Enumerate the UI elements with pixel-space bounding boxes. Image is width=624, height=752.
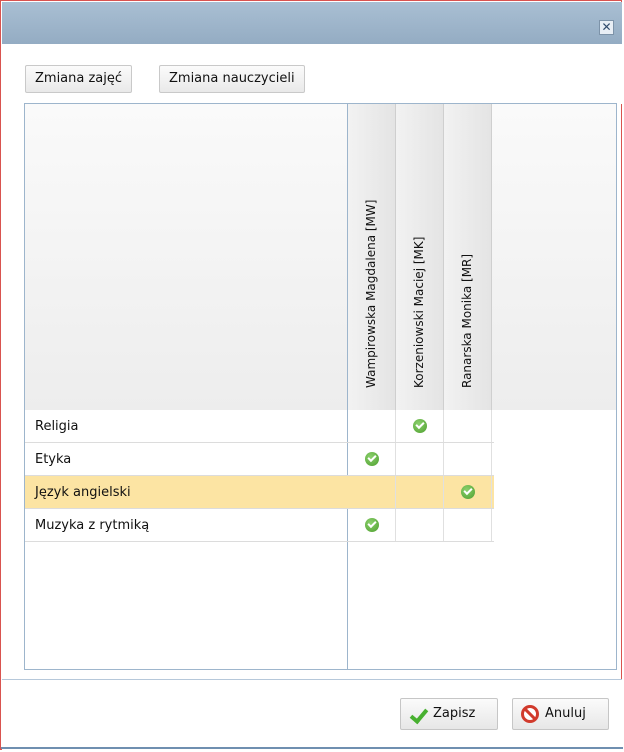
empty-column-header	[492, 104, 616, 410]
teacher-column-header[interactable]: Wampirowska Magdalena [MW]	[348, 104, 396, 410]
dialog-window: ✕ Zmiana zajęć Zmiana nauczycieli Wampir…	[0, 0, 623, 750]
cell-divider	[443, 410, 444, 443]
subject-label: Etyka	[35, 452, 72, 467]
cell-divider	[491, 443, 492, 476]
subject-label: Muzyka z rytmiką	[35, 518, 150, 533]
cancel-icon	[521, 705, 539, 723]
checkmark-icon	[409, 705, 427, 723]
assigned-check-icon[interactable]	[413, 419, 427, 433]
cell-divider	[443, 509, 444, 542]
save-button[interactable]: Zapisz	[400, 698, 498, 730]
cell-divider	[443, 476, 444, 509]
save-button-label: Zapisz	[433, 706, 476, 721]
table-row[interactable]: Etyka	[25, 443, 494, 476]
assigned-check-icon[interactable]	[365, 452, 379, 466]
cell-divider	[395, 509, 396, 542]
row-divider	[25, 541, 494, 542]
subject-label: Język angielski	[35, 485, 131, 500]
subject-label: Religia	[35, 419, 79, 434]
cell-divider	[491, 476, 492, 509]
table-row[interactable]: Religia	[25, 410, 494, 443]
teacher-column-header[interactable]: Ranarska Monika [MR]	[444, 104, 492, 410]
cancel-button[interactable]: Anuluj	[512, 698, 609, 730]
subject-column-header	[25, 104, 348, 410]
close-icon[interactable]: ✕	[599, 20, 614, 35]
cell-divider	[395, 476, 396, 509]
cancel-button-label: Anuluj	[545, 706, 586, 721]
cell-divider	[395, 410, 396, 443]
window-bottom-border	[1, 747, 623, 749]
assigned-check-icon[interactable]	[461, 485, 475, 499]
change-teachers-button[interactable]: Zmiana nauczycieli	[159, 65, 305, 93]
toolbar: Zmiana zajęć Zmiana nauczycieli	[2, 44, 622, 104]
teacher-name-label: Korzeniowski Maciej [MK]	[411, 236, 426, 388]
table-row[interactable]: Muzyka z rytmiką	[25, 509, 494, 542]
dialog-titlebar[interactable]: ✕	[2, 2, 622, 44]
teacher-name-label: Wampirowska Magdalena [MW]	[363, 199, 378, 388]
cell-divider	[491, 509, 492, 542]
cell-divider	[443, 443, 444, 476]
cell-divider	[491, 410, 492, 443]
teacher-column-header[interactable]: Korzeniowski Maciej [MK]	[396, 104, 444, 410]
table-row[interactable]: Język angielski	[25, 476, 494, 509]
assignment-grid: Wampirowska Magdalena [MW] Korzeniowski M…	[24, 103, 617, 670]
change-subjects-button[interactable]: Zmiana zajęć	[25, 65, 133, 93]
cell-divider	[395, 443, 396, 476]
teacher-name-label: Ranarska Monika [MR]	[459, 253, 474, 388]
dialog-footer: Zapisz Anuluj	[2, 679, 622, 750]
assigned-check-icon[interactable]	[365, 518, 379, 532]
